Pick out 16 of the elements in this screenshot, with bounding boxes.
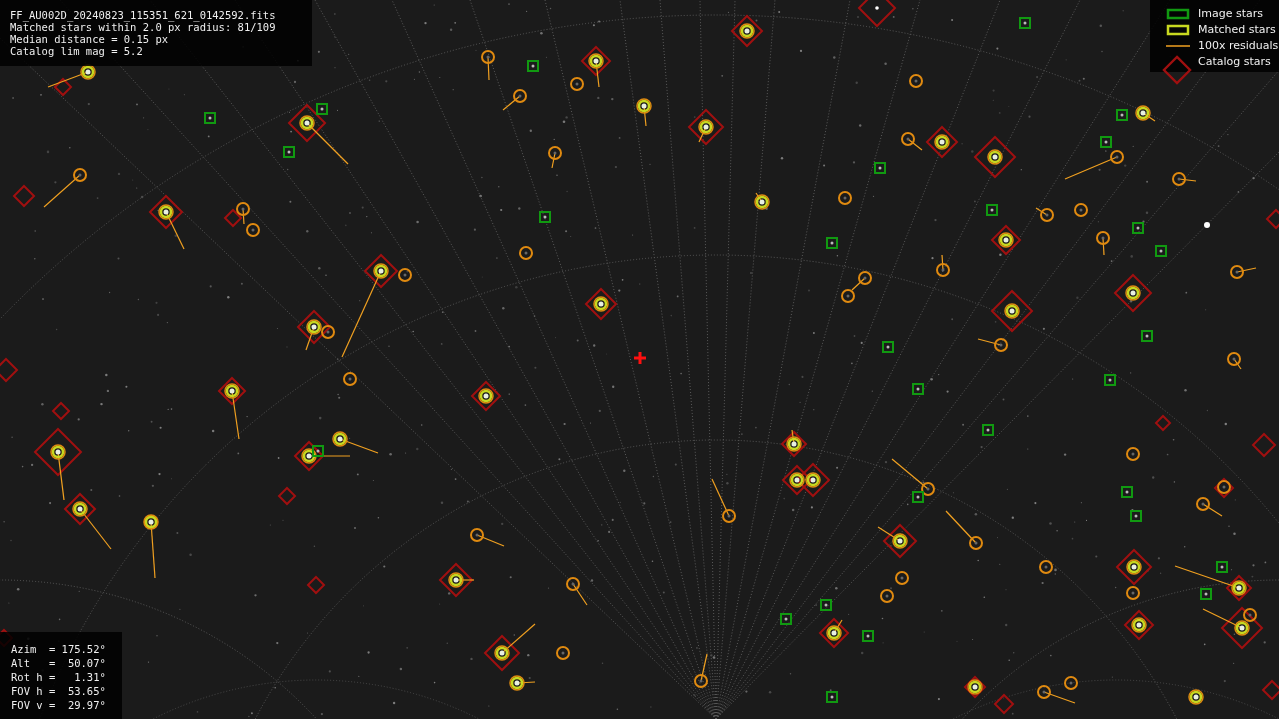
catalog-star-diamond-icon [1163, 55, 1191, 84]
legend-label: Catalog stars [1198, 55, 1271, 68]
image-star-swatch-icon [1166, 7, 1190, 20]
info-text-line: FF_AU002D_20240823_115351_621_0142592.fits [10, 9, 277, 21]
pointing-text-line: Rot h = 1.31° [11, 670, 107, 684]
matched-star-swatch-icon [1166, 23, 1190, 36]
pointing-text-line: FOV h = 53.65° [11, 684, 107, 698]
legend-label: Matched stars [1198, 23, 1276, 36]
pointing-text-line: FOV v = 29.97° [11, 698, 107, 712]
info-text-line: Matched stars within 2.0 px radius: 81/109 [10, 21, 277, 33]
legend-label: 100x residuals [1198, 39, 1279, 52]
pointing-text-line: Alt = 50.07° [11, 656, 107, 670]
legend-label: Image stars [1198, 7, 1263, 20]
pointing-text-line: Azim = 175.52° [11, 642, 107, 656]
info-text-line: Catalog lim mag = 5.2 [10, 45, 144, 57]
info-text-line: Median distance = 0.15 px [10, 33, 170, 45]
